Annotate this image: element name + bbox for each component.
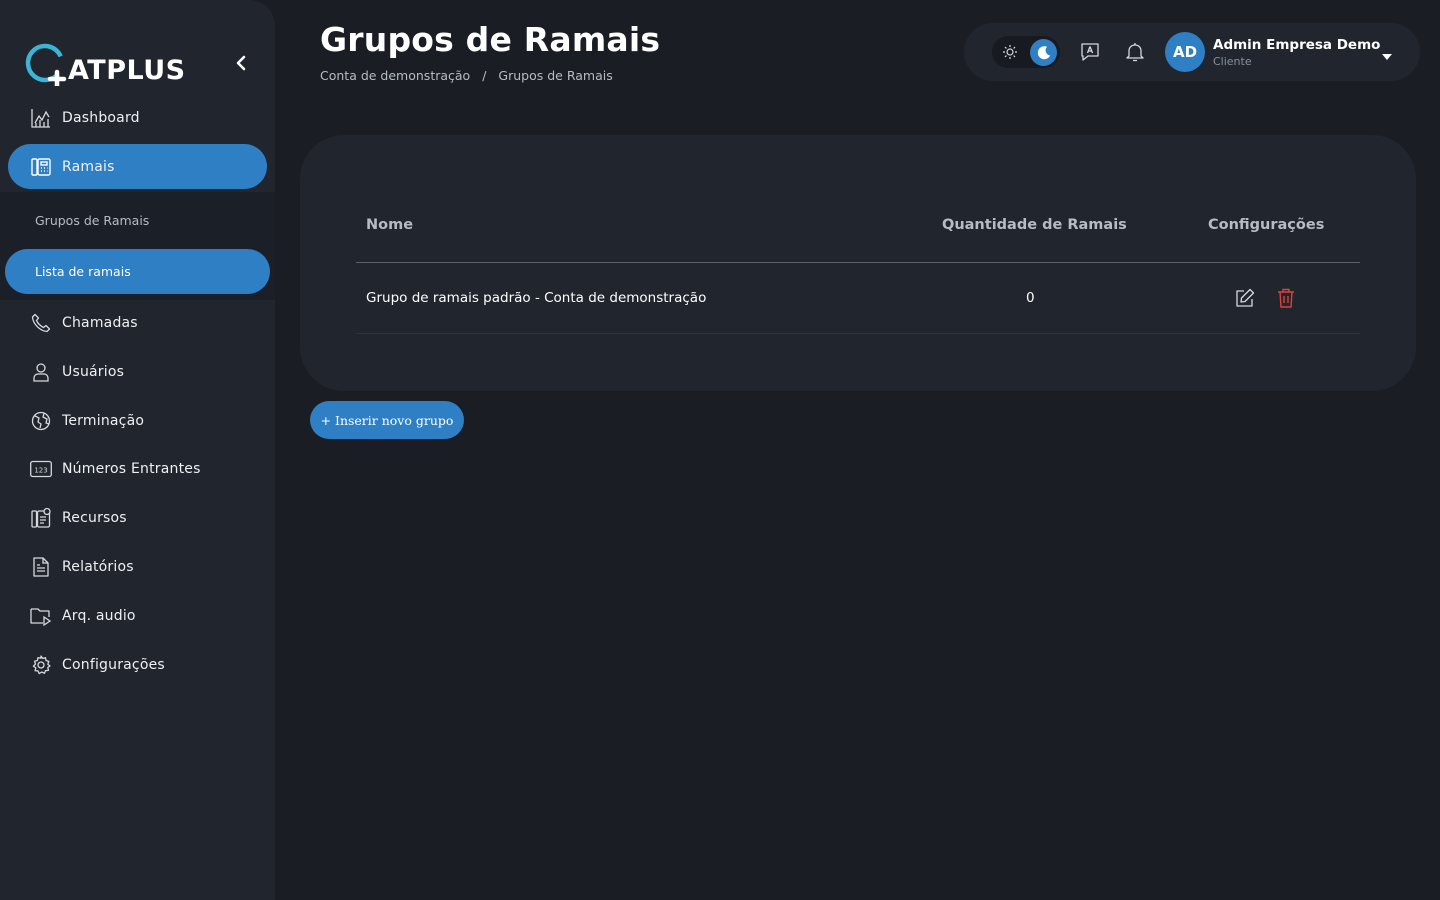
user-role: Cliente	[1213, 55, 1252, 68]
sidebar-item-arq-audio[interactable]: Arq. audio	[8, 593, 267, 638]
caret-down-icon[interactable]	[1381, 47, 1393, 60]
sidebar-item-label: Configurações	[62, 656, 165, 673]
cell-group-name: Grupo de ramais padrão - Conta de demons…	[366, 290, 707, 306]
sidebar-item-label: Números Entrantes	[62, 460, 201, 477]
column-header-quantidade: Quantidade de Ramais	[942, 217, 1127, 233]
breadcrumb-item-account[interactable]: Conta de demonstração	[320, 68, 470, 83]
sidebar-item-label: Ramais	[62, 158, 115, 175]
phonebook-icon	[30, 156, 52, 178]
groups-table-card: Nome Quantidade de Ramais Configurações …	[300, 135, 1416, 391]
column-header-nome: Nome	[366, 217, 414, 233]
theme-toggle[interactable]	[992, 36, 1060, 68]
sidebar-item-usuarios[interactable]: Usuários	[8, 349, 267, 394]
sidebar-item-configuracoes[interactable]: Configurações	[8, 642, 267, 687]
sidebar-item-label: Chamadas	[62, 314, 138, 331]
sidebar-item-label: Usuários	[62, 363, 125, 380]
user-name[interactable]: Admin Empresa Demo	[1213, 37, 1380, 53]
sidebar-item-label: Recursos	[62, 509, 127, 526]
add-group-button[interactable]: + Inserir novo grupo	[310, 401, 464, 439]
logo[interactable]: ATPLUS	[24, 40, 186, 89]
submenu-item-grupos-de-ramais[interactable]: Grupos de Ramais	[5, 198, 270, 243]
svg-text:123: 123	[34, 466, 47, 474]
sidebar-item-chamadas[interactable]: Chamadas	[8, 300, 267, 345]
trash-icon[interactable]	[1275, 287, 1297, 309]
sun-icon[interactable]	[998, 40, 1022, 64]
breadcrumb-separator: /	[482, 68, 487, 83]
sidebar-item-label: Arq. audio	[62, 607, 136, 624]
sidebar-item-recursos[interactable]: Recursos	[8, 495, 267, 540]
chart-icon	[30, 107, 52, 129]
gear-icon	[30, 654, 52, 676]
logo-mark-icon	[24, 42, 68, 89]
table-row-divider	[356, 333, 1360, 334]
ramais-submenu: Grupos de Ramais Lista de ramais	[0, 192, 275, 300]
phone-icon	[30, 312, 52, 334]
collapse-sidebar-button[interactable]	[230, 52, 252, 74]
audio-folder-icon	[30, 605, 52, 627]
sidebar-item-relatorios[interactable]: Relatórios	[8, 544, 267, 589]
avatar[interactable]: AD	[1165, 32, 1205, 72]
topbar: AD Admin Empresa Demo Cliente	[964, 23, 1420, 81]
submenu-item-lista-de-ramais[interactable]: Lista de ramais	[5, 249, 270, 294]
chevron-left-icon	[236, 55, 246, 71]
sidebar: ATPLUS Dashboard Ramais Grupos de Ramais…	[0, 0, 275, 900]
column-header-configuracoes: Configurações	[1208, 217, 1325, 233]
bell-icon[interactable]	[1124, 41, 1146, 63]
edit-icon[interactable]	[1234, 287, 1256, 309]
table-header-divider	[356, 262, 1360, 263]
sidebar-item-numeros-entrantes[interactable]: 123 Números Entrantes	[8, 446, 267, 491]
moon-icon[interactable]	[1030, 39, 1057, 66]
cell-ramais-count: 0	[1026, 290, 1035, 306]
sidebar-item-ramais[interactable]: Ramais	[8, 144, 267, 189]
chat-icon[interactable]	[1079, 41, 1101, 63]
globe-icon	[30, 410, 52, 432]
breadcrumb: Conta de demonstração / Grupos de Ramais	[320, 68, 613, 83]
sidebar-item-label: Relatórios	[62, 558, 134, 575]
sidebar-item-label: Terminação	[62, 412, 145, 429]
numbers-icon: 123	[30, 458, 52, 480]
resources-icon	[30, 507, 52, 529]
sidebar-item-dashboard[interactable]: Dashboard	[8, 95, 267, 140]
user-icon	[30, 361, 52, 383]
breadcrumb-item-current: Grupos de Ramais	[498, 68, 613, 83]
page-title: Grupos de Ramais	[320, 20, 661, 59]
sidebar-item-label: Dashboard	[62, 109, 140, 126]
logo-text: ATPLUS	[68, 55, 186, 86]
document-icon	[30, 556, 52, 578]
sidebar-item-terminacao[interactable]: Terminação	[8, 398, 267, 443]
